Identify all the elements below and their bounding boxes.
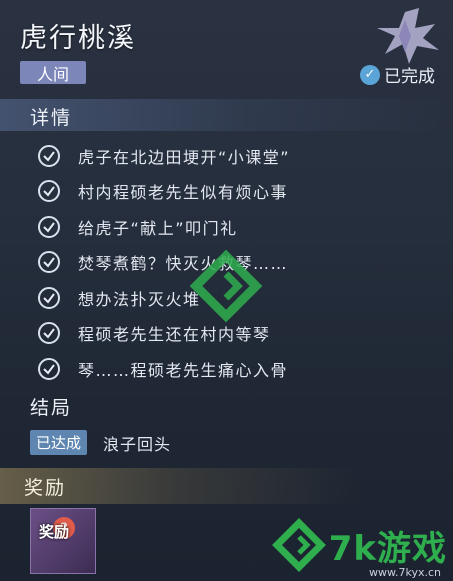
quest-panel: 虎行桃溪 人间 ✓ 已完成 详情 虎子在北边田埂开“小课堂” 村内程硕老先生似有…: [0, 0, 453, 581]
watermark-brand: 7k游戏: [269, 517, 447, 573]
quest-emblem-icon: [377, 8, 439, 64]
reward-header: 奖励: [0, 468, 453, 504]
completed-check-icon: ✓: [360, 64, 380, 85]
reward-item-slot[interactable]: ? 奖励: [30, 508, 96, 574]
ending-text: 浪子回头: [103, 434, 172, 454]
task-done-check-icon: [38, 180, 60, 203]
task-item: 琴……程硕老先生痛心入骨: [38, 351, 290, 387]
task-item: 村内程硕老先生似有烦心事: [38, 174, 290, 210]
task-done-check-icon: [38, 322, 60, 345]
status-label: 已完成: [384, 67, 435, 87]
task-item: 虎子在北边田埂开“小课堂”: [38, 138, 290, 174]
task-done-check-icon: [38, 286, 60, 309]
ending-achieved-badge: 已达成: [30, 430, 88, 455]
task-text: 琴……程硕老先生痛心入骨: [78, 360, 289, 380]
task-text: 给虎子“献上”叩门礼: [78, 218, 238, 238]
task-done-check-icon: [38, 215, 60, 238]
quest-title: 虎行桃溪: [20, 23, 136, 54]
watermark-brand-text: 7k游戏: [328, 528, 447, 569]
details-header: 详情: [0, 99, 453, 131]
quest-category-tag: 人间: [20, 61, 86, 84]
ending-row: 已达成 浪子回头: [30, 430, 171, 455]
task-text: 村内程硕老先生似有烦心事: [78, 183, 289, 203]
watermark-logo-icon: [189, 249, 263, 323]
task-done-check-icon: [38, 144, 60, 167]
task-text: 虎子在北边田埂开“小课堂”: [78, 147, 291, 167]
watermark-brand-logo-icon: [271, 518, 326, 572]
reward-item-label: 奖励: [39, 523, 70, 541]
task-done-check-icon: [38, 357, 60, 380]
watermark-url: www.7kyx.cn: [369, 566, 441, 579]
task-done-check-icon: [38, 251, 60, 274]
reward-header-label: 奖励: [24, 477, 67, 499]
ending-header: 结局: [30, 397, 73, 419]
task-text: 想办法扑灭火堆: [78, 289, 201, 309]
quest-status: ✓ 已完成: [360, 62, 435, 87]
task-item: 给虎子“献上”叩门礼: [38, 209, 290, 245]
details-header-label: 详情: [30, 107, 73, 129]
